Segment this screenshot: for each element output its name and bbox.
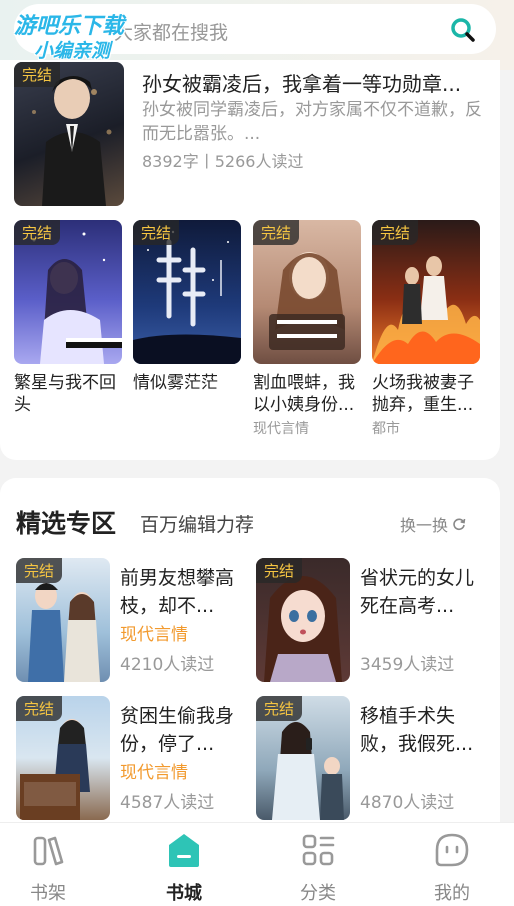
watermark-logo: 游吧乐下载 小编亲测 — [14, 8, 154, 64]
featured-zone-section: 精选专区 百万编辑力荐 换一换 完结 前男友想攀高枝，却不... 现代言情 42… — [0, 478, 500, 838]
completed-badge: 完结 — [256, 558, 303, 583]
refresh-icon — [453, 518, 466, 531]
book-title-1[interactable]: 繁星与我不回头 — [14, 372, 126, 416]
nav-label-category: 分类 — [300, 883, 336, 904]
book-category-4: 都市 — [372, 421, 400, 437]
nav-label-bookstore: 书城 — [166, 883, 202, 904]
bottom-navigation: 书架 书城 分类 我的 — [0, 822, 514, 906]
completed-badge: 完结 — [14, 220, 61, 245]
search-icon[interactable] — [450, 17, 476, 43]
featured-book-meta: 8392字丨5266人读过 — [142, 152, 304, 171]
nav-item-profile[interactable]: 我的 — [412, 831, 492, 905]
zone-book-category-3: 现代言情 — [120, 763, 188, 783]
bookstore-icon — [169, 834, 199, 867]
refresh-button[interactable]: 换一换 — [400, 512, 466, 536]
completed-badge: 完结 — [16, 558, 63, 583]
featured-book-description: 孙女被同学霸凌后，对方家属不仅不道歉，反而无比嚣张。... — [142, 100, 482, 144]
zone-book-reads-1: 4210人读过 — [120, 655, 215, 675]
zone-book-reads-2: 3459人读过 — [360, 655, 455, 675]
completed-badge: 完结 — [256, 696, 303, 721]
zone-book-title-2[interactable]: 省状元的女儿死在高考... — [360, 564, 484, 620]
book-cover-3[interactable]: 完结 — [253, 220, 361, 364]
nav-label-bookshelf: 书架 — [30, 883, 66, 904]
book-title-3[interactable]: 割血喂蚌，我以小姨身份... — [253, 372, 365, 416]
featured-book-title[interactable]: 孙女被霸凌后，我拿着一等功勋章... — [142, 68, 482, 97]
zone-book-cover-3[interactable]: 完结 — [16, 696, 110, 820]
completed-badge: 完结 — [14, 62, 61, 87]
zone-book-cover-2[interactable]: 完结 — [256, 558, 350, 682]
bookshelf-icon — [33, 836, 64, 866]
book-title-2[interactable]: 情似雾茫茫 — [133, 372, 245, 416]
nav-item-bookshelf[interactable]: 书架 — [8, 831, 88, 905]
completed-badge: 完结 — [16, 696, 63, 721]
zone-book-reads-3: 4587人读过 — [120, 793, 215, 813]
completed-badge: 完结 — [372, 220, 419, 245]
zone-book-title-3[interactable]: 贫困生偷我身份，停了... — [120, 702, 244, 758]
zone-book-category-1: 现代言情 — [120, 625, 188, 645]
zone-book-title-1[interactable]: 前男友想攀高枝，却不... — [120, 564, 244, 620]
completed-badge: 完结 — [253, 220, 300, 245]
book-title-4[interactable]: 火场我被妻子抛弃，重生... — [372, 372, 484, 416]
zone-book-cover-1[interactable]: 完结 — [16, 558, 110, 682]
zone-title: 精选专区 — [16, 509, 117, 538]
refresh-label: 换一换 — [400, 516, 449, 535]
completed-badge: 完结 — [133, 220, 180, 245]
nav-item-bookstore[interactable]: 书城 — [144, 831, 224, 905]
watermark-line-2: 小编亲测 — [34, 40, 111, 62]
zone-book-title-4[interactable]: 移植手术失败，我假死... — [360, 702, 484, 758]
profile-icon — [435, 833, 469, 867]
nav-item-category[interactable]: 分类 — [278, 831, 358, 905]
category-icon — [302, 834, 335, 866]
recommend-section: 完结 孙女被霸凌后，我拿着一等功勋章... 孙女被同学霸凌后，对方家属不仅不道歉… — [0, 60, 500, 460]
nav-label-profile: 我的 — [434, 883, 470, 904]
book-cover-4[interactable]: 完结 — [372, 220, 480, 364]
book-cover-2[interactable]: 完结 — [133, 220, 241, 364]
book-cover-1[interactable]: 完结 — [14, 220, 122, 364]
zone-book-reads-4: 4870人读过 — [360, 793, 455, 813]
zone-subtitle: 百万编辑力荐 — [140, 514, 255, 536]
zone-book-cover-4[interactable]: 完结 — [256, 696, 350, 820]
featured-book-cover[interactable]: 完结 — [14, 62, 124, 206]
book-category-3: 现代言情 — [253, 421, 309, 437]
